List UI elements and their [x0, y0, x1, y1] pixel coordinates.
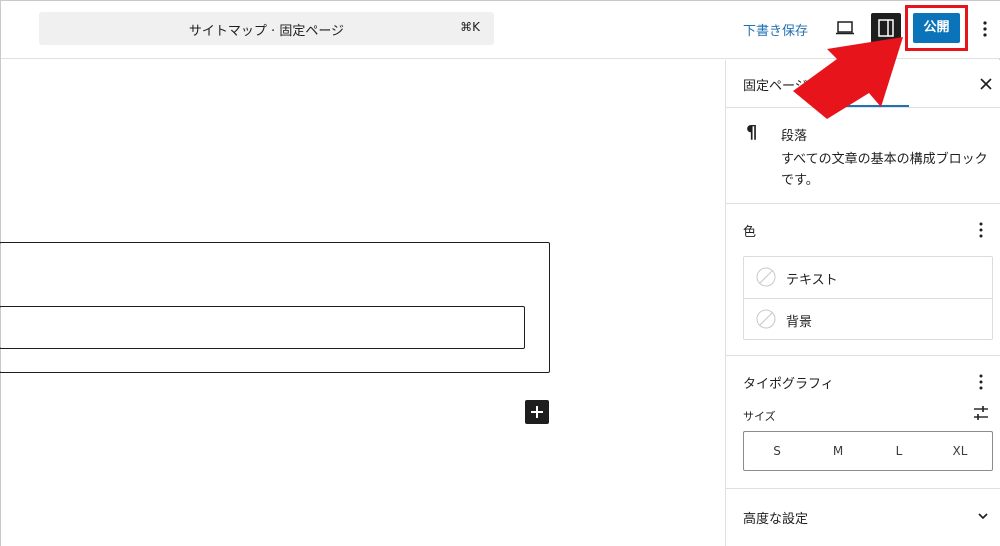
custom-size-button[interactable]: [972, 404, 990, 422]
publish-highlight-box: 公開: [905, 5, 968, 51]
more-options-icon: [983, 21, 987, 37]
sidebar-tabs: 固定ページ ブロック: [726, 60, 1000, 108]
editor-canvas[interactable]: [0, 60, 725, 546]
background-color-label: 背景: [786, 315, 813, 330]
font-size-picker: S M L XL: [743, 431, 993, 471]
chevron-down-icon: [978, 513, 988, 520]
close-icon: [980, 78, 992, 90]
paragraph-block[interactable]: [0, 306, 525, 349]
advanced-panel-toggle[interactable]: 高度な設定: [726, 489, 1000, 546]
plus-icon: [531, 406, 543, 418]
font-size-m[interactable]: M: [807, 432, 869, 470]
color-panel-title: 色: [743, 225, 757, 240]
more-options-button[interactable]: [977, 15, 993, 43]
font-size-l[interactable]: L: [868, 432, 930, 470]
background-color-item[interactable]: 背景: [744, 298, 992, 339]
text-color-item[interactable]: テキスト: [744, 257, 992, 298]
editor-toolbar: サイトマップ · 固定ページ ⌘K 下書き保存 公開: [1, 1, 1000, 59]
empty-swatch-icon: [756, 267, 776, 287]
settings-sidebar-toggle[interactable]: [871, 13, 901, 43]
active-tab-indicator: [825, 105, 909, 107]
text-color-label: テキスト: [786, 273, 838, 288]
publish-button[interactable]: 公開: [913, 13, 960, 43]
command-palette-button[interactable]: サイトマップ · 固定ページ ⌘K: [39, 12, 494, 45]
font-size-s[interactable]: S: [746, 432, 808, 470]
save-draft-button[interactable]: 下書き保存: [743, 20, 808, 39]
desktop-preview-icon: [836, 21, 854, 35]
tab-page[interactable]: 固定ページ: [743, 75, 808, 94]
color-panel-options-button[interactable]: [975, 220, 987, 240]
editor-window: サイトマップ · 固定ページ ⌘K 下書き保存 公開 固定ページ ブロック ¶ …: [0, 0, 1000, 546]
sidebar-toggle-icon: [878, 19, 894, 37]
document-title: サイトマップ · 固定ページ: [188, 24, 345, 39]
keyboard-shortcut: ⌘K: [460, 20, 480, 34]
paragraph-icon: ¶: [746, 122, 758, 143]
font-size-label: サイズ: [743, 410, 776, 423]
advanced-panel-title: 高度な設定: [743, 512, 809, 527]
block-name: 段落: [781, 129, 808, 144]
tab-block[interactable]: ブロック: [836, 75, 888, 94]
desktop-preview-button[interactable]: [833, 16, 857, 40]
block-description: すべての文章の基本の構成ブロックです。: [781, 152, 988, 188]
empty-swatch-icon: [756, 309, 776, 329]
more-options-icon: [979, 374, 983, 390]
block-card: ¶ 段落 すべての文章の基本の構成ブロックです。: [726, 108, 1000, 204]
sliders-icon: [974, 406, 988, 420]
close-sidebar-button[interactable]: [976, 74, 996, 94]
color-list: テキスト 背景: [743, 256, 993, 340]
typography-panel-options-button[interactable]: [975, 372, 987, 392]
typography-panel-title: タイポグラフィ: [743, 377, 834, 392]
settings-sidebar: 固定ページ ブロック ¶ 段落 すべての文章の基本の構成ブロックです。 色 テキ…: [725, 60, 1000, 546]
font-size-xl[interactable]: XL: [929, 432, 991, 470]
more-options-icon: [979, 222, 983, 238]
color-panel: 色 テキスト 背景: [726, 204, 1000, 356]
add-block-button[interactable]: [525, 400, 549, 424]
typography-panel: タイポグラフィ サイズ S M L XL: [726, 356, 1000, 489]
